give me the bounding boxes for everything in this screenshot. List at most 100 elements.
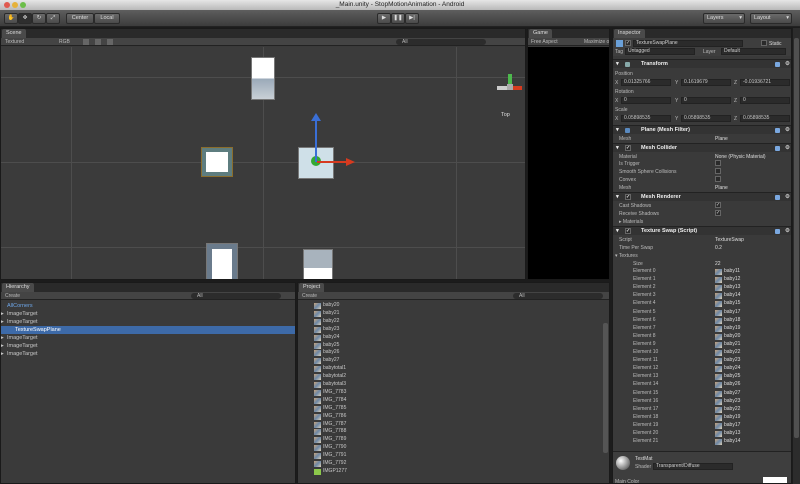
cast-shadows-checkbox[interactable]: ✓	[715, 202, 721, 208]
texture-element-field[interactable]: baby22	[715, 406, 740, 414]
hierarchy-item[interactable]: ▸ ImageTarget	[1, 318, 38, 326]
expand-arrow-icon[interactable]: ▸	[1, 342, 4, 350]
gizmo-center-cube-icon[interactable]	[507, 84, 513, 90]
project-asset-item[interactable]: baby21	[314, 310, 339, 318]
project-create-dropdown[interactable]: Create	[302, 292, 317, 300]
expand-arrow-icon[interactable]: ▾	[616, 144, 619, 153]
minimize-window-button[interactable]	[12, 2, 18, 8]
gizmo-x-arrow-icon[interactable]	[346, 158, 355, 166]
texture-element-field[interactable]: baby20	[715, 333, 740, 341]
component-help-icon[interactable]	[775, 195, 780, 200]
expand-arrow-icon[interactable]: ▸	[1, 334, 4, 342]
image-target-card[interactable]	[251, 57, 275, 100]
project-search-input[interactable]: All	[513, 293, 603, 299]
texture-element-field[interactable]: baby27	[715, 390, 740, 398]
tag-dropdown[interactable]: Untagged	[625, 48, 695, 55]
project-scrollbar[interactable]	[603, 323, 608, 453]
texture-element-field[interactable]: baby19	[715, 325, 740, 333]
project-asset-item[interactable]: baby22	[314, 318, 339, 326]
scene-search-input[interactable]: All	[396, 39, 486, 45]
textures-size-field[interactable]: 22	[715, 261, 721, 267]
project-asset-item[interactable]: babytotal2	[314, 373, 346, 381]
receive-shadows-checkbox[interactable]: ✓	[715, 210, 721, 216]
layout-dropdown[interactable]: Layout ▾	[750, 13, 792, 24]
texture-element-field[interactable]: baby14	[715, 438, 740, 446]
gizmo-y-arrow-icon[interactable]	[311, 113, 321, 121]
gear-icon[interactable]: ⚙	[785, 144, 790, 153]
project-asset-item[interactable]: IMG_7788	[314, 428, 346, 436]
hierarchy-item[interactable]: ▸ ImageTarget	[1, 342, 38, 350]
component-help-icon[interactable]	[775, 62, 780, 67]
gear-icon[interactable]: ⚙	[785, 193, 790, 202]
hierarchy-search-input[interactable]: All	[191, 293, 281, 299]
project-asset-item[interactable]: baby26	[314, 349, 339, 357]
texture-element-field[interactable]: baby26	[715, 381, 740, 389]
texture-element-field[interactable]: baby17	[715, 309, 740, 317]
hierarchy-item[interactable]: ▸ ImageTarget	[1, 334, 38, 342]
project-asset-item[interactable]: babytotal3	[314, 381, 346, 389]
expand-arrow-icon[interactable]: ▾	[616, 60, 619, 69]
project-asset-item[interactable]: IMG_7787	[314, 421, 346, 429]
component-help-icon[interactable]	[775, 146, 780, 151]
texture-element-field[interactable]: baby11	[715, 268, 740, 276]
component-help-icon[interactable]	[775, 229, 780, 234]
texture-element-field[interactable]: baby24	[715, 365, 740, 373]
rotate-tool-button[interactable]: ↻	[32, 13, 46, 24]
is-trigger-checkbox[interactable]	[715, 160, 721, 166]
mesh-collider-header[interactable]: ▾ ✓ Mesh Collider ⚙	[613, 143, 791, 152]
texture-element-field[interactable]: baby23	[715, 357, 740, 365]
move-tool-button[interactable]: ✥	[18, 13, 32, 24]
position-x-field[interactable]: 0.01325766	[621, 79, 671, 86]
physic-material-field[interactable]: None (Physic Material)	[715, 154, 766, 160]
gizmo-x-cone-icon[interactable]	[512, 86, 522, 90]
pivot-center-button[interactable]: Center	[66, 13, 94, 24]
audio-toggle-icon[interactable]	[107, 39, 113, 45]
texture-element-field[interactable]: baby21	[715, 341, 740, 349]
gizmo-y-axis[interactable]	[315, 117, 317, 162]
scale-tool-button[interactable]: ⤢	[46, 13, 60, 24]
expand-arrow-icon[interactable]: ▾	[616, 126, 619, 135]
project-asset-item[interactable]: IMG_7785	[314, 405, 346, 413]
position-z-field[interactable]: -0.01936721	[740, 79, 790, 86]
project-asset-item[interactable]: IMG_7789	[314, 436, 346, 444]
project-asset-item[interactable]: IMG_7784	[314, 397, 346, 405]
inspector-scrollbar-track[interactable]	[793, 28, 800, 484]
convex-checkbox[interactable]	[715, 176, 721, 182]
project-asset-item[interactable]: baby25	[314, 342, 339, 350]
maximize-window-button[interactable]	[20, 2, 26, 8]
step-button[interactable]: ▶|	[405, 13, 419, 24]
project-asset-item[interactable]: baby20	[314, 302, 339, 310]
texture-element-field[interactable]: baby13	[715, 430, 740, 438]
aspect-dropdown[interactable]: Free Aspect	[531, 38, 558, 46]
texture-element-field[interactable]: baby25	[715, 373, 740, 381]
project-asset-item[interactable]: IMG_7786	[314, 413, 346, 421]
render-mode-dropdown[interactable]: RGB	[59, 38, 70, 46]
project-asset-item[interactable]: babytotal1	[314, 365, 346, 373]
active-checkbox[interactable]: ✓	[625, 40, 631, 46]
scene-orientation-gizmo[interactable]	[495, 72, 525, 102]
play-button[interactable]: ▶	[377, 13, 391, 24]
gear-icon[interactable]: ⚙	[785, 227, 790, 236]
texture-swap-enable-checkbox[interactable]: ✓	[625, 228, 631, 234]
hand-tool-button[interactable]: ✋	[4, 13, 18, 24]
close-window-button[interactable]	[4, 2, 10, 8]
texture-element-field[interactable]: baby13	[715, 284, 740, 292]
image-target-card[interactable]	[201, 147, 233, 177]
shader-dropdown[interactable]: Transparent/Diffuse	[653, 463, 733, 470]
expand-arrow-icon[interactable]: ▾	[616, 193, 619, 202]
textures-foldout[interactable]: ▾ Textures	[615, 253, 638, 259]
texture-element-field[interactable]: baby14	[715, 292, 740, 300]
mesh-filter-header[interactable]: ▾ Plane (Mesh Filter) ⚙	[613, 125, 791, 134]
maximize-on-play-toggle[interactable]: Maximize on	[584, 38, 609, 46]
project-asset-item[interactable]: baby23	[314, 326, 339, 334]
texture-element-field[interactable]: baby22	[715, 349, 740, 357]
tab-project[interactable]: Project	[299, 283, 325, 292]
lighting-toggle-icon[interactable]	[83, 39, 89, 45]
tab-hierarchy[interactable]: Hierarchy	[2, 283, 34, 292]
gear-icon[interactable]: ⚙	[785, 60, 790, 69]
rotation-z-field[interactable]: 0	[740, 97, 790, 104]
texture-element-field[interactable]: baby12	[715, 276, 740, 284]
main-color-swatch[interactable]	[763, 477, 787, 483]
materials-foldout[interactable]: ▸ Materials	[619, 219, 643, 225]
smooth-sphere-checkbox[interactable]	[715, 168, 721, 174]
